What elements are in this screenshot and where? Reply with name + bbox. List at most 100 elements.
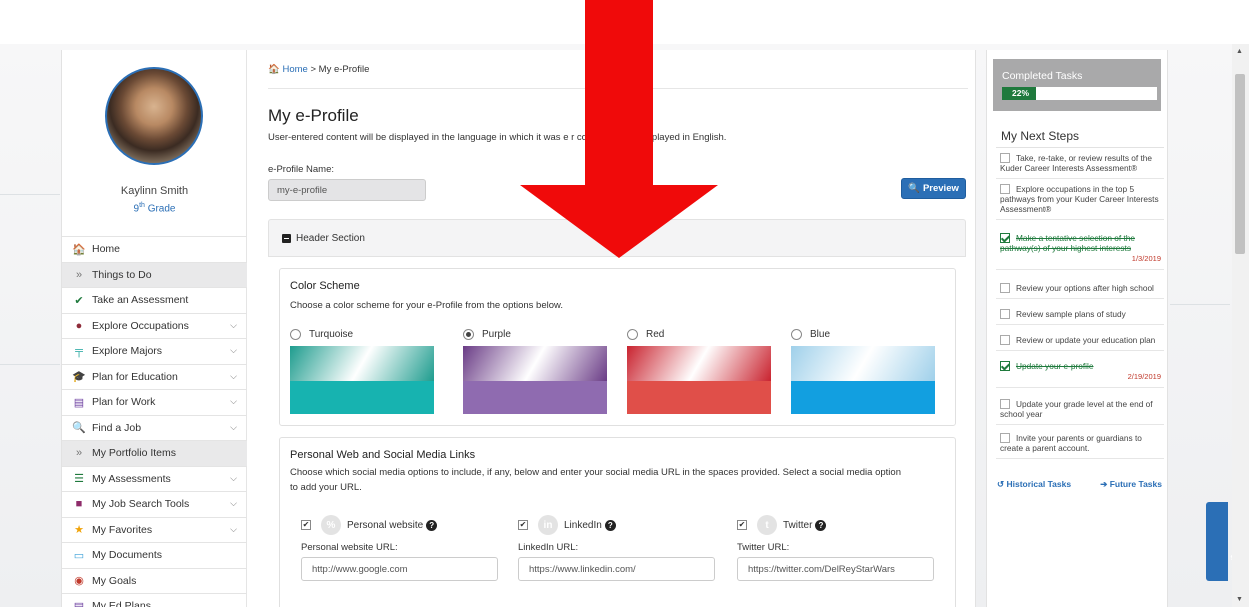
sidebar-item-explore-majors[interactable]: ╤ Explore Majors ⌵ (62, 338, 247, 364)
color-swatch-purple[interactable] (463, 346, 607, 414)
breadcrumb-separator: > (310, 64, 317, 75)
chevron-down-icon[interactable]: ⌵ (230, 422, 237, 433)
preview-button[interactable]: 🔍 Preview (901, 178, 966, 199)
task-checkbox[interactable] (1000, 283, 1010, 293)
page-scrollbar[interactable]: ▲ ▼ (1232, 44, 1249, 607)
sidebar-item-label: My Assessments (92, 472, 171, 485)
task-item[interactable]: Review or update your education plan (996, 330, 1164, 351)
color-swatch-turquoise[interactable] (290, 346, 434, 414)
social-option-personal-website[interactable]: ✔% Personal website? (301, 515, 438, 535)
task-checkbox[interactable] (1000, 361, 1010, 371)
left-sidebar: Kaylinn Smith 9th Grade 🏠 Home » Things to … (62, 50, 247, 607)
social-option-twitter[interactable]: ✔ t Twitter? (737, 515, 827, 535)
breadcrumb-home-link[interactable]: 🏠 Home (268, 64, 308, 75)
linkedin-icon: in (538, 515, 558, 535)
sidebar-item-explore-occupations[interactable]: ● Explore Occupations ⌵ (62, 312, 247, 339)
radio-button[interactable] (463, 329, 474, 340)
sidebar-item-things-to-do[interactable]: » Things to Do (62, 261, 247, 287)
task-item[interactable]: Invite your parents or guardians to crea… (996, 428, 1164, 459)
task-date: 2/19/2019 (1127, 372, 1161, 381)
sidebar-item-my-documents[interactable]: ▭ My Documents (62, 542, 247, 568)
checkbox[interactable]: ✔ (518, 520, 528, 530)
sidebar-item-my-favorites[interactable]: ★ My Favorites ⌵ (62, 516, 247, 543)
sidebar-item-my-job-search-tools[interactable]: ■ My Job Search Tools ⌵ (62, 491, 247, 517)
sidebar-item-my-portfolio-items[interactable]: » My Portfolio Items (62, 440, 247, 466)
sidebar-item-plan-for-work[interactable]: ▤ Plan for Work ⌵ (62, 389, 247, 415)
eprofile-name-label: e-Profile Name: (268, 164, 334, 175)
task-checkbox[interactable] (1000, 233, 1010, 243)
scrollbar-thumb[interactable] (1235, 74, 1245, 254)
task-item[interactable]: Review your options after high school (996, 278, 1164, 299)
page-subtitle: User-entered content will be displayed i… (268, 132, 727, 143)
future-tasks-link[interactable]: ➔ Future Tasks (1100, 479, 1162, 490)
user-name: Kaylinn Smith (120, 185, 189, 197)
twitter-icon: t (757, 515, 777, 535)
checkbox[interactable]: ✔ (737, 520, 747, 530)
take-notes-button[interactable]: ↑ Take Notes (1206, 502, 1249, 581)
header-section-toggle[interactable]: Header Section (268, 219, 966, 257)
radio-button[interactable] (627, 329, 638, 340)
scroll-down-icon[interactable]: ▼ (1236, 596, 1243, 603)
task-item[interactable]: Review sample plans of study (996, 304, 1164, 325)
url-input[interactable]: http://www.google.com (301, 557, 498, 581)
sidebar-item-label: Plan for Work (92, 396, 156, 409)
breadcrumb: 🏠 Home > My e-Profile (268, 64, 369, 75)
chevron-down-icon[interactable]: ⌵ (230, 524, 237, 535)
radio-button[interactable] (791, 329, 802, 340)
url-input[interactable]: https://twitter.com/DelReyStarWars (737, 557, 934, 581)
task-checkbox[interactable] (1000, 433, 1010, 443)
radio-button[interactable] (290, 329, 301, 340)
url-input[interactable]: https://www.linkedin.com/ (518, 557, 715, 581)
sidebar-item-my-assessments[interactable]: ☰ My Assessments ⌵ (62, 465, 247, 492)
chevron-down-icon[interactable]: ⌵ (230, 396, 237, 407)
chevron-down-icon[interactable]: ⌵ (230, 320, 237, 331)
task-item[interactable]: Make a tentative selection of the pathwa… (996, 228, 1164, 270)
chevron-down-icon[interactable]: ⌵ (230, 371, 237, 382)
color-option-purple[interactable]: Purple (463, 329, 511, 340)
task-item[interactable]: Update your e-profile 2/19/2019 (996, 356, 1164, 388)
color-option-red[interactable]: Red (627, 329, 664, 340)
home-icon: 🏠 (268, 64, 280, 75)
chevron-down-icon[interactable]: ⌵ (230, 473, 237, 484)
color-swatch-red[interactable] (627, 346, 771, 414)
search-icon: 🔍 (72, 422, 86, 435)
social-option-linkedin[interactable]: ✔ in LinkedIn? (518, 515, 616, 535)
tasks-panel: Completed Tasks 22% My Next Steps Take, … (986, 50, 1168, 607)
sidebar-item-label: Explore Majors (92, 345, 163, 358)
history-icon: ↺ (997, 479, 1005, 489)
task-checkbox[interactable] (1000, 309, 1010, 319)
color-option-blue[interactable]: Blue (791, 329, 830, 340)
main-card: Kaylinn Smith 9th Grade 🏠 Home » Things to … (61, 50, 976, 607)
task-item[interactable]: Explore occupations in the top 5 pathway… (996, 179, 1164, 220)
help-icon[interactable]: ? (426, 519, 438, 531)
color-option-label: Red (646, 329, 665, 340)
color-option-turquoise[interactable]: Turquoise (290, 329, 353, 340)
sidebar-item-home[interactable]: 🏠 Home (62, 236, 247, 262)
sidebar-item-find-a-job[interactable]: 🔍 Find a Job ⌵ (62, 414, 247, 441)
task-checkbox[interactable] (1000, 184, 1010, 194)
avatar[interactable] (105, 67, 203, 165)
color-swatch-blue[interactable] (791, 346, 935, 414)
help-icon[interactable]: ? (815, 519, 827, 531)
checkbox[interactable]: ✔ (301, 520, 311, 530)
task-checkbox[interactable] (1000, 153, 1010, 163)
sidebar-item-label: My Portfolio Items (92, 447, 177, 460)
scroll-up-icon[interactable]: ▲ (1236, 48, 1243, 55)
sidebar-item-my-ed-plans[interactable]: ▤ My Ed Plans (62, 593, 247, 607)
completed-tasks-label: Completed Tasks (1002, 70, 1083, 82)
chevron-down-icon[interactable]: ⌵ (230, 345, 237, 356)
task-item[interactable]: Take, re-take, or review results of the … (996, 148, 1164, 179)
historical-tasks-link[interactable]: ↺ Historical Tasks (997, 479, 1071, 489)
help-icon[interactable]: ? (604, 519, 616, 531)
task-checkbox[interactable] (1000, 399, 1010, 409)
eprofile-name-input[interactable]: my-e-profile (268, 179, 426, 201)
sidebar-item-plan-for-education[interactable]: 🎓 Plan for Education ⌵ (62, 363, 247, 390)
chevron-down-icon[interactable]: ⌵ (230, 498, 237, 509)
task-checkbox[interactable] (1000, 335, 1010, 345)
social-links-description: Choose which social media options to inc… (290, 467, 901, 493)
sidebar-item-my-goals[interactable]: ◉ My Goals (62, 567, 247, 594)
task-item[interactable]: Update your grade level at the end of sc… (996, 394, 1164, 425)
color-scheme-section: Color Scheme Choose a color scheme for y… (279, 268, 956, 426)
sidebar-item-take-an-assessment[interactable]: ✔ Take an Assessment (62, 287, 247, 313)
url-label: Twitter URL: (737, 542, 790, 553)
